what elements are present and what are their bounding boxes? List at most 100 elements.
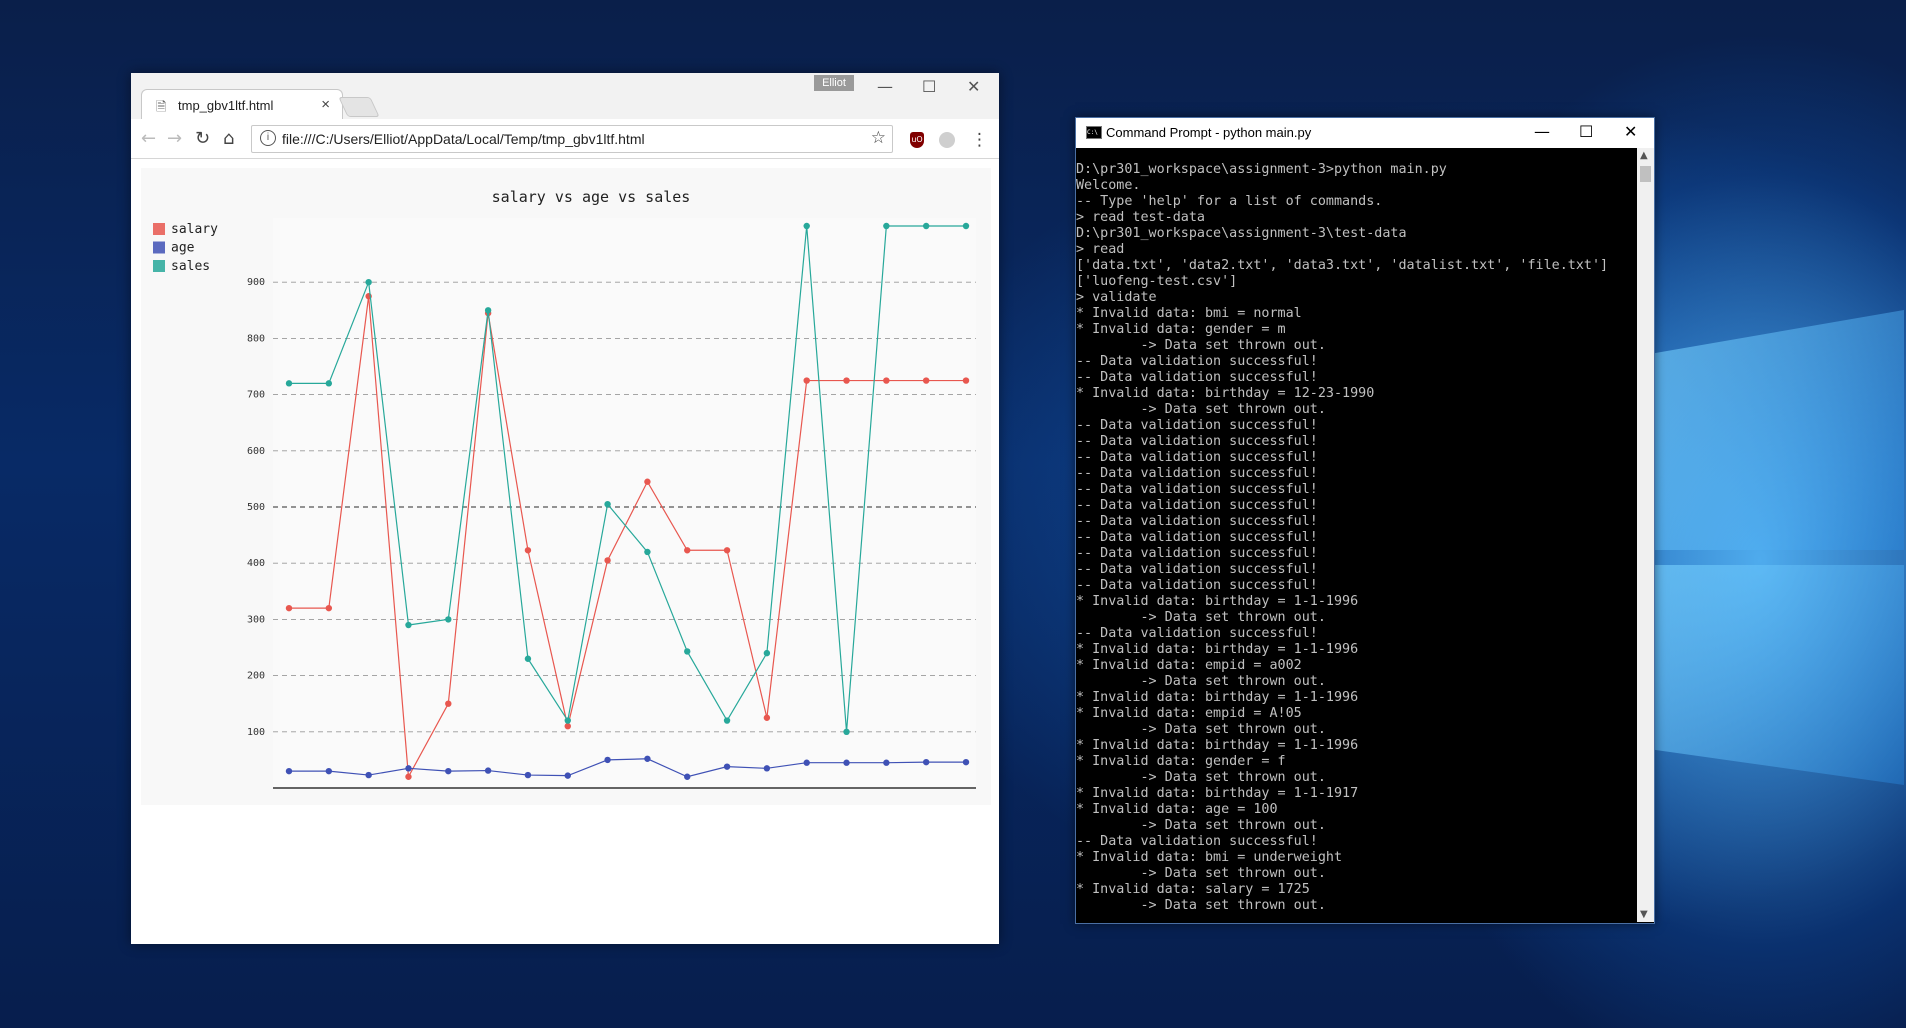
console-line: > read test-data bbox=[1076, 210, 1205, 225]
y-tick-label: 900 bbox=[247, 277, 265, 288]
data-point-age bbox=[484, 767, 492, 774]
data-point-age bbox=[604, 756, 611, 764]
console-line: ['data.txt', 'data2.txt', 'data3.txt', '… bbox=[1076, 258, 1609, 273]
console-line: * Invalid data: bmi = normal bbox=[1076, 306, 1302, 321]
cmd-close-button[interactable]: ✕ bbox=[1624, 122, 1637, 141]
data-point-sales bbox=[922, 222, 930, 230]
scroll-up-icon[interactable]: ▲ bbox=[1640, 150, 1648, 161]
console-line: D:\pr301_workspace\assignment-3>python m… bbox=[1076, 162, 1447, 177]
tab-close-button[interactable]: × bbox=[321, 96, 330, 113]
console-line: * Invalid data: bmi = underweight bbox=[1076, 850, 1343, 865]
console-line: -> Data set thrown out. bbox=[1076, 818, 1326, 833]
address-bar[interactable]: i file:///C:/Users/Elliot/AppData/Local/… bbox=[251, 125, 893, 153]
y-tick-label: 100 bbox=[247, 727, 265, 738]
data-point-salary bbox=[684, 547, 691, 554]
chart-title: salary vs age vs sales bbox=[492, 188, 691, 206]
console-line: * Invalid data: birthday = 12-23-1990 bbox=[1076, 386, 1375, 401]
bookmark-star-icon[interactable]: ☆ bbox=[871, 128, 886, 148]
ublock-extension-icon[interactable]: uO bbox=[910, 132, 924, 148]
maximize-button[interactable]: ☐ bbox=[922, 77, 936, 96]
cmd-maximize-button[interactable]: ☐ bbox=[1579, 122, 1593, 141]
browser-toolbar: ← → ↻ ⌂ i file:///C:/Users/Elliot/AppDat… bbox=[131, 119, 999, 159]
extension-icon[interactable] bbox=[939, 132, 955, 148]
console-line: > validate bbox=[1076, 290, 1157, 305]
forward-button[interactable]: → bbox=[167, 128, 182, 149]
data-point-sales bbox=[604, 500, 611, 508]
data-point-age bbox=[445, 767, 452, 775]
legend-label: salary bbox=[171, 222, 218, 237]
cmd-minimize-button[interactable]: — bbox=[1534, 122, 1550, 141]
data-point-age bbox=[883, 759, 890, 766]
console-line: * Invalid data: empid = A!05 bbox=[1076, 706, 1302, 721]
console-output[interactable]: D:\pr301_workspace\assignment-3>python m… bbox=[1076, 162, 1636, 922]
data-point-sales bbox=[763, 649, 771, 657]
console-line: * Invalid data: birthday = 1-1-1996 bbox=[1076, 738, 1359, 753]
data-point-salary bbox=[644, 478, 651, 485]
browser-tab[interactable]: 🗎 tmp_gbv1ltf.html × bbox=[141, 89, 343, 121]
data-point-salary bbox=[325, 604, 333, 612]
data-point-salary bbox=[564, 722, 571, 730]
data-point-salary bbox=[922, 377, 930, 384]
scroll-down-icon[interactable]: ▼ bbox=[1640, 909, 1648, 920]
scroll-thumb[interactable] bbox=[1640, 166, 1651, 182]
data-point-sales bbox=[723, 717, 731, 724]
cmd-app-icon: C:\ bbox=[1086, 126, 1102, 139]
cmd-titlebar: C:\ Command Prompt - python main.py — ☐ … bbox=[1076, 118, 1654, 148]
menu-icon[interactable]: ⋮ bbox=[971, 130, 988, 150]
data-point-age bbox=[723, 763, 731, 770]
console-line: D:\pr301_workspace\assignment-3\test-dat… bbox=[1076, 226, 1407, 241]
console-line: -- Data validation successful! bbox=[1076, 466, 1318, 481]
y-tick-label: 500 bbox=[247, 502, 265, 513]
console-line: -- Data validation successful! bbox=[1076, 498, 1318, 513]
console-line: -- Data validation successful! bbox=[1076, 434, 1318, 449]
console-line: * Invalid data: empid = a002 bbox=[1076, 658, 1302, 673]
data-point-salary bbox=[604, 557, 611, 564]
data-point-sales bbox=[803, 222, 810, 230]
reload-button[interactable]: ↻ bbox=[195, 128, 210, 149]
y-tick-label: 800 bbox=[247, 333, 265, 344]
info-icon[interactable]: i bbox=[260, 130, 276, 146]
console-line: Welcome. bbox=[1076, 178, 1141, 193]
y-tick-label: 200 bbox=[247, 671, 265, 682]
data-point-age bbox=[365, 771, 372, 779]
legend-swatch bbox=[153, 260, 165, 272]
data-point-age bbox=[922, 758, 930, 766]
data-point-sales bbox=[843, 728, 850, 735]
console-line: -> Data set thrown out. bbox=[1076, 402, 1326, 417]
data-point-sales bbox=[962, 222, 970, 230]
console-line: * Invalid data: birthday = 1-1-1917 bbox=[1076, 786, 1359, 801]
new-tab-button[interactable] bbox=[338, 97, 380, 117]
data-point-age bbox=[405, 765, 412, 772]
data-point-sales bbox=[484, 307, 492, 314]
legend-label: sales bbox=[171, 259, 210, 274]
console-line: -- Data validation successful! bbox=[1076, 450, 1318, 465]
y-tick-label: 400 bbox=[247, 558, 265, 569]
data-point-salary bbox=[285, 604, 293, 612]
data-point-sales bbox=[365, 279, 372, 286]
home-button[interactable]: ⌂ bbox=[223, 128, 234, 149]
data-point-salary bbox=[405, 773, 412, 780]
cmd-scrollbar[interactable]: ▲ ▼ bbox=[1637, 148, 1654, 922]
console-line: -- Data validation successful! bbox=[1076, 482, 1318, 497]
console-line: -> Data set thrown out. bbox=[1076, 722, 1326, 737]
y-tick-label: 700 bbox=[247, 390, 265, 401]
console-line: * Invalid data: birthday = 1-1-1996 bbox=[1076, 690, 1359, 705]
console-line: -- Data validation successful! bbox=[1076, 514, 1318, 529]
data-point-age bbox=[763, 765, 771, 772]
console-line: * Invalid data: gender = f bbox=[1076, 754, 1286, 769]
console-line: -> Data set thrown out. bbox=[1076, 610, 1326, 625]
desktop-logo-pane bbox=[1654, 565, 1904, 785]
back-button[interactable]: ← bbox=[141, 128, 156, 149]
data-point-age bbox=[803, 759, 810, 766]
minimize-button[interactable]: — bbox=[877, 77, 893, 96]
close-button[interactable]: ✕ bbox=[967, 77, 980, 96]
chart-area: salary vs age vs sales 100 200 300 400 500 60… bbox=[141, 168, 991, 805]
console-line: -> Data set thrown out. bbox=[1076, 770, 1326, 785]
console-line: -> Data set thrown out. bbox=[1076, 674, 1326, 689]
line-chart: salary vs age vs sales 100 200 300 400 500 60… bbox=[153, 188, 976, 789]
y-tick-label: 600 bbox=[247, 446, 265, 457]
console-line: > read bbox=[1076, 242, 1125, 257]
console-line: * Invalid data: birthday = 1-1-1996 bbox=[1076, 594, 1359, 609]
data-point-salary bbox=[445, 700, 452, 707]
profile-badge[interactable]: Elliot bbox=[814, 75, 854, 91]
